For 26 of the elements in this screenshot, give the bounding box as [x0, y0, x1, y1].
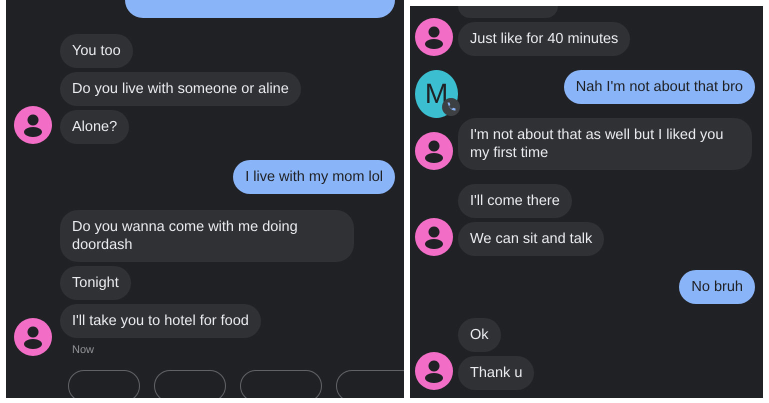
message-bubble: I'll take you to hotel for food [60, 304, 261, 338]
message-bubble: Ok [458, 318, 501, 352]
avatar-icon[interactable] [415, 132, 453, 170]
suggestion-chip[interactable] [68, 370, 140, 398]
message-bubble: Nah I'm not about that bro [564, 70, 755, 104]
avatar-icon[interactable] [14, 106, 52, 144]
message-bubble: No bruh [679, 270, 755, 304]
suggestion-chip[interactable] [240, 370, 322, 398]
message-bubble: Tonight [60, 266, 131, 300]
message-bubble: Do you live with someone or aline [60, 72, 301, 106]
contact-avatar[interactable]: M [415, 70, 458, 118]
message-bubble: Alone? [60, 110, 130, 144]
message-bubble: We can sit and talk [458, 222, 604, 256]
avatar-icon[interactable] [415, 18, 453, 56]
message-bubble: You too [60, 34, 133, 68]
message-bubble: I'm not about that as well but I liked you my first time [458, 118, 752, 170]
message-bubble: I live with my mom lol [233, 160, 395, 194]
avatar-icon[interactable] [415, 352, 453, 390]
message-bubble: I'll come there [458, 184, 572, 218]
avatar-icon[interactable] [415, 218, 453, 256]
message-time: Now [72, 344, 94, 356]
suggestion-chip[interactable] [154, 370, 226, 398]
message-bubble: Thank u [458, 356, 534, 390]
message-bubble: Just like for 40 minutes [458, 22, 630, 56]
avatar-icon[interactable] [14, 318, 52, 356]
message-bubble: Do you wanna come with me doing doordash [60, 210, 354, 262]
